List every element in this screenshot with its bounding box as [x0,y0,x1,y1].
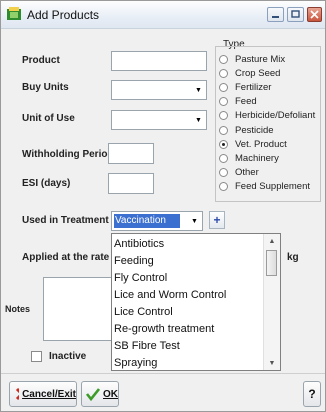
treatment-selected-value: Vaccination [114,214,180,228]
type-radio-pasture-mix[interactable]: Pasture Mix [219,53,285,65]
type-radio-pesticide[interactable]: Pesticide [219,124,274,136]
minimize-button[interactable] [267,7,284,22]
buy-units-select[interactable]: ▼ [111,80,207,100]
dropdown-list-item[interactable]: Re-growth treatment [112,320,264,338]
title-bar[interactable]: Add Products [1,1,325,29]
type-radio-label: Vet. Product [235,138,287,150]
radio-button-icon[interactable] [219,168,228,178]
type-radio-label: Other [235,167,259,179]
maximize-icon [291,10,300,18]
inactive-checkbox[interactable] [31,351,42,362]
unit-of-use-label: Unit of Use [22,113,75,124]
chevron-down-icon[interactable]: ▼ [187,212,202,230]
radio-button-icon[interactable] [219,68,228,78]
notes-label: Notes [5,304,31,314]
treatment-select[interactable]: Vaccination ▼ [111,211,203,231]
minimize-icon [272,16,279,18]
window-title: Add Products [27,8,100,22]
dropdown-list-item[interactable]: Lice Control [112,303,264,321]
unit-of-use-select[interactable]: ▼ [111,110,207,130]
inactive-label: Inactive [49,351,87,362]
radio-button-icon[interactable] [219,82,228,92]
type-radio-label: Pesticide [235,124,274,136]
plus-icon: + [213,213,221,227]
applied-unit-label: kg [287,252,299,263]
dropdown-list-item[interactable]: SB Fibre Test [112,337,264,355]
type-radio-label: Fertilizer [235,81,272,93]
cancel-x-icon [15,387,20,401]
cancel-exit-label: Cancel/Exit [22,388,76,400]
checkmark-icon [85,388,100,402]
type-radio-fertilizer[interactable]: Fertilizer [219,81,271,93]
help-icon: ? [308,387,316,401]
radio-button-icon[interactable] [219,153,228,163]
dropdown-list-item[interactable]: Fly Control [112,269,264,287]
product-input[interactable] [111,51,207,71]
cancel-exit-button[interactable]: Cancel/Exit [9,381,77,407]
dropdown-list-item[interactable]: Antibiotics [112,235,264,253]
maximize-button[interactable] [287,7,304,22]
type-radio-crop-seed[interactable]: Crop Seed [219,67,280,79]
esi-days-label: ESI (days) [22,178,71,189]
esi-days-input[interactable] [108,173,154,194]
notes-textarea[interactable] [43,277,113,341]
applied-rate-label: Applied at the rate o [22,252,119,263]
dropdown-scrollbar[interactable]: ▲ ▼ [263,234,280,370]
type-radio-feed-supplement[interactable]: Feed Supplement [219,181,310,193]
scroll-down-icon[interactable]: ▼ [264,356,280,370]
type-radio-label: Feed [235,96,257,108]
type-radio-herbicide-defoliant[interactable]: Herbicide/Defoliant [219,110,315,122]
radio-button-icon[interactable] [219,139,228,149]
withholding-period-label: Withholding Period [22,149,114,160]
close-icon [310,10,319,19]
help-button[interactable]: ? [303,381,321,407]
radio-button-icon[interactable] [219,111,228,121]
radio-button-icon[interactable] [219,54,228,64]
withholding-period-input[interactable] [108,143,154,164]
radio-button-icon[interactable] [219,97,228,107]
type-radio-feed[interactable]: Feed [219,96,257,108]
close-button[interactable] [307,7,322,22]
radio-button-icon[interactable] [219,182,228,192]
type-radio-machinery[interactable]: Machinery [219,152,279,164]
radio-button-icon[interactable] [219,125,228,135]
chevron-down-icon[interactable]: ▼ [191,81,206,99]
app-icon [7,7,21,20]
buy-units-label: Buy Units [22,82,69,93]
scroll-up-icon[interactable]: ▲ [264,234,280,248]
type-radio-label: Crop Seed [235,67,281,79]
dropdown-list-item[interactable]: Spraying [112,354,264,370]
product-label: Product [22,55,60,66]
chevron-down-icon[interactable]: ▼ [191,111,206,129]
type-radio-vet-product[interactable]: Vet. Product [219,138,287,150]
type-radio-label: Feed Supplement [235,181,310,193]
type-radio-label: Herbicide/Defoliant [235,110,316,122]
treatment-dropdown-list[interactable]: Antibiotics Feeding Fly Control Lice and Wo… [111,233,281,371]
type-radio-label: Machinery [235,152,279,164]
add-treatment-button[interactable]: + [209,211,225,229]
ok-label: OK [103,388,118,400]
footer-divider [1,373,325,374]
type-radio-label: Pasture Mix [235,53,286,65]
dropdown-list-item[interactable]: Lice and Worm Control [112,286,264,304]
used-in-treatment-label: Used in Treatment [22,215,109,226]
ok-button[interactable]: OK [81,381,119,407]
scroll-thumb[interactable] [266,250,277,276]
dropdown-list-item[interactable]: Feeding [112,252,264,270]
add-products-window: Add Products Product Buy Units ▼ Unit of… [0,0,326,412]
type-radio-other[interactable]: Other [219,167,259,179]
